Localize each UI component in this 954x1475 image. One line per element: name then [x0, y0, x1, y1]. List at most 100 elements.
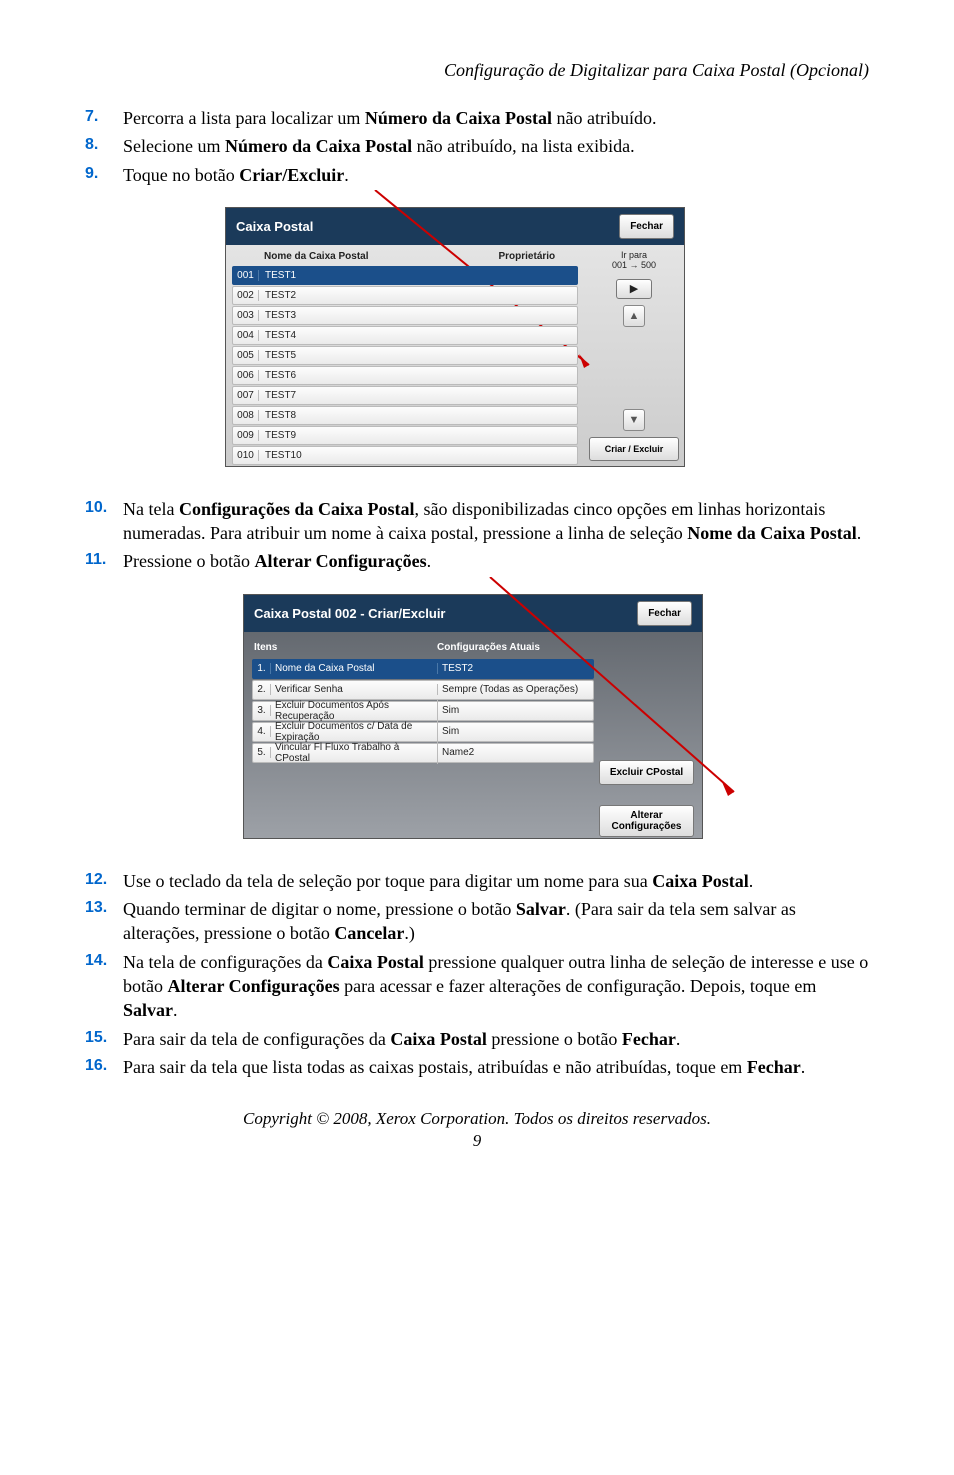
- column-header-items: Itens: [252, 642, 437, 653]
- setting-row-num: 5.: [253, 747, 271, 758]
- step-item: 15.Para sair da tela de configurações da…: [85, 1027, 869, 1051]
- mailbox-row-id: 010: [233, 450, 259, 461]
- setting-row-label: Vincular Fl Fluxo Trabalho à CPostal: [271, 742, 438, 764]
- mailbox-row-name: TEST1: [259, 270, 296, 281]
- alterar-config-label-1: Alterar: [604, 810, 689, 821]
- caixa-postal-panel: Caixa Postal Fechar Nome da Caixa Postal…: [225, 207, 685, 467]
- column-header-name: Nome da Caixa Postal: [264, 251, 368, 262]
- column-header-owner: Proprietário: [498, 251, 555, 262]
- step-item: 9.Toque no botão Criar/Excluir.: [85, 163, 869, 187]
- steps-list-c: 12.Use o teclado da tela de seleção por …: [85, 869, 869, 1079]
- setting-row-num: 3.: [253, 705, 271, 716]
- mailbox-row[interactable]: 010TEST10: [232, 446, 578, 465]
- setting-row-label: Excluir Documentos Após Recuperação: [271, 700, 438, 722]
- mailbox-row-id: 004: [233, 330, 259, 341]
- step-number: 7.: [85, 106, 123, 130]
- step-text: Percorra a lista para localizar um Númer…: [123, 106, 869, 130]
- step-number: 12.: [85, 869, 123, 893]
- step-item: 11.Pressione o botão Alterar Configuraçõ…: [85, 549, 869, 573]
- step-item: 12.Use o teclado da tela de seleção por …: [85, 869, 869, 893]
- step-text: Pressione o botão Alterar Configurações.: [123, 549, 869, 573]
- step-number: 16.: [85, 1055, 123, 1079]
- mailbox-row[interactable]: 003TEST3: [232, 306, 578, 325]
- mailbox-row-name: TEST2: [259, 290, 296, 301]
- step-item: 16.Para sair da tela que lista todas as …: [85, 1055, 869, 1079]
- mailbox-row[interactable]: 005TEST5: [232, 346, 578, 365]
- alterar-config-label-2: Configurações: [604, 821, 689, 832]
- step-item: 14.Na tela de configurações da Caixa Pos…: [85, 950, 869, 1023]
- mailbox-row[interactable]: 006TEST6: [232, 366, 578, 385]
- page-header: Configuração de Digitalizar para Caixa P…: [85, 60, 869, 81]
- excluir-cpostal-button[interactable]: Excluir CPostal: [599, 760, 694, 785]
- setting-row[interactable]: 3.Excluir Documentos Após RecuperaçãoSim: [252, 701, 594, 721]
- mailbox-row[interactable]: 001TEST1: [232, 266, 578, 285]
- close-button[interactable]: Fechar: [619, 214, 674, 239]
- mailbox-row-name: TEST3: [259, 310, 296, 321]
- setting-row[interactable]: 1.Nome da Caixa PostalTEST2: [252, 659, 594, 679]
- copyright: Copyright © 2008, Xerox Corporation. Tod…: [85, 1109, 869, 1129]
- mailbox-row-name: TEST9: [259, 430, 296, 441]
- mailbox-row-id: 008: [233, 410, 259, 421]
- step-number: 13.: [85, 897, 123, 946]
- steps-list-b: 10.Na tela Configurações da Caixa Postal…: [85, 497, 869, 574]
- mailbox-row-name: TEST4: [259, 330, 296, 341]
- setting-row-value: Sim: [438, 705, 459, 716]
- step-number: 9.: [85, 163, 123, 187]
- mailbox-row-name: TEST6: [259, 370, 296, 381]
- step-text: Use o teclado da tela de seleção por toq…: [123, 869, 869, 893]
- setting-row-label: Excluir Documentos c/ Data de Expiração: [271, 721, 438, 743]
- setting-row-num: 1.: [253, 663, 271, 674]
- mailbox-row-id: 003: [233, 310, 259, 321]
- mailbox-row-name: TEST8: [259, 410, 296, 421]
- setting-row-num: 2.: [253, 684, 271, 695]
- step-text: Toque no botão Criar/Excluir.: [123, 163, 869, 187]
- scroll-down-button[interactable]: ▼: [623, 409, 645, 431]
- mailbox-row-name: TEST7: [259, 390, 296, 401]
- mailbox-row-id: 005: [233, 350, 259, 361]
- step-text: Na tela Configurações da Caixa Postal, s…: [123, 497, 869, 546]
- goto-next-button[interactable]: ▶: [616, 279, 652, 299]
- step-text: Selecione um Número da Caixa Postal não …: [123, 134, 869, 158]
- alterar-config-button[interactable]: Alterar Configurações: [599, 805, 694, 837]
- step-text: Para sair da tela que lista todas as cai…: [123, 1055, 869, 1079]
- mailbox-row-id: 007: [233, 390, 259, 401]
- mailbox-row[interactable]: 009TEST9: [232, 426, 578, 445]
- step-item: 10.Na tela Configurações da Caixa Postal…: [85, 497, 869, 546]
- step-text: Na tela de configurações da Caixa Postal…: [123, 950, 869, 1023]
- mailbox-row-name: TEST10: [259, 450, 302, 461]
- step-number: 14.: [85, 950, 123, 1023]
- step-item: 7.Percorra a lista para localizar um Núm…: [85, 106, 869, 130]
- mailbox-row[interactable]: 002TEST2: [232, 286, 578, 305]
- steps-list-a: 7.Percorra a lista para localizar um Núm…: [85, 106, 869, 187]
- setting-row-label: Nome da Caixa Postal: [271, 663, 438, 674]
- setting-row-value: TEST2: [438, 663, 473, 674]
- goto-range: 001 → 500: [612, 261, 656, 271]
- criar-excluir-panel: Caixa Postal 002 - Criar/Excluir Fechar …: [243, 594, 703, 839]
- page-number: 9: [85, 1131, 869, 1151]
- step-number: 15.: [85, 1027, 123, 1051]
- mailbox-row-id: 001: [233, 270, 259, 281]
- criar-excluir-button[interactable]: Criar / Excluir: [589, 437, 679, 461]
- mailbox-row[interactable]: 007TEST7: [232, 386, 578, 405]
- setting-row-num: 4.: [253, 726, 271, 737]
- step-text: Quando terminar de digitar o nome, press…: [123, 897, 869, 946]
- mailbox-row-id: 009: [233, 430, 259, 441]
- setting-row-value: Name2: [438, 747, 474, 758]
- step-number: 10.: [85, 497, 123, 546]
- setting-row-value: Sempre (Todas as Operações): [438, 684, 578, 695]
- setting-row[interactable]: 4.Excluir Documentos c/ Data de Expiraçã…: [252, 722, 594, 742]
- setting-row-value: Sim: [438, 726, 459, 737]
- mailbox-row-name: TEST5: [259, 350, 296, 361]
- step-item: 8.Selecione um Número da Caixa Postal nã…: [85, 134, 869, 158]
- step-number: 8.: [85, 134, 123, 158]
- mailbox-row[interactable]: 008TEST8: [232, 406, 578, 425]
- mailbox-row[interactable]: 004TEST4: [232, 326, 578, 345]
- step-number: 11.: [85, 549, 123, 573]
- scroll-up-button[interactable]: ▲: [623, 305, 645, 327]
- setting-row[interactable]: 5.Vincular Fl Fluxo Trabalho à CPostalNa…: [252, 743, 594, 763]
- mailbox-row-id: 006: [233, 370, 259, 381]
- setting-row-label: Verificar Senha: [271, 684, 438, 695]
- setting-row[interactable]: 2.Verificar SenhaSempre (Todas as Operaç…: [252, 680, 594, 700]
- panel-title: Caixa Postal: [236, 219, 313, 234]
- close-button[interactable]: Fechar: [637, 601, 692, 626]
